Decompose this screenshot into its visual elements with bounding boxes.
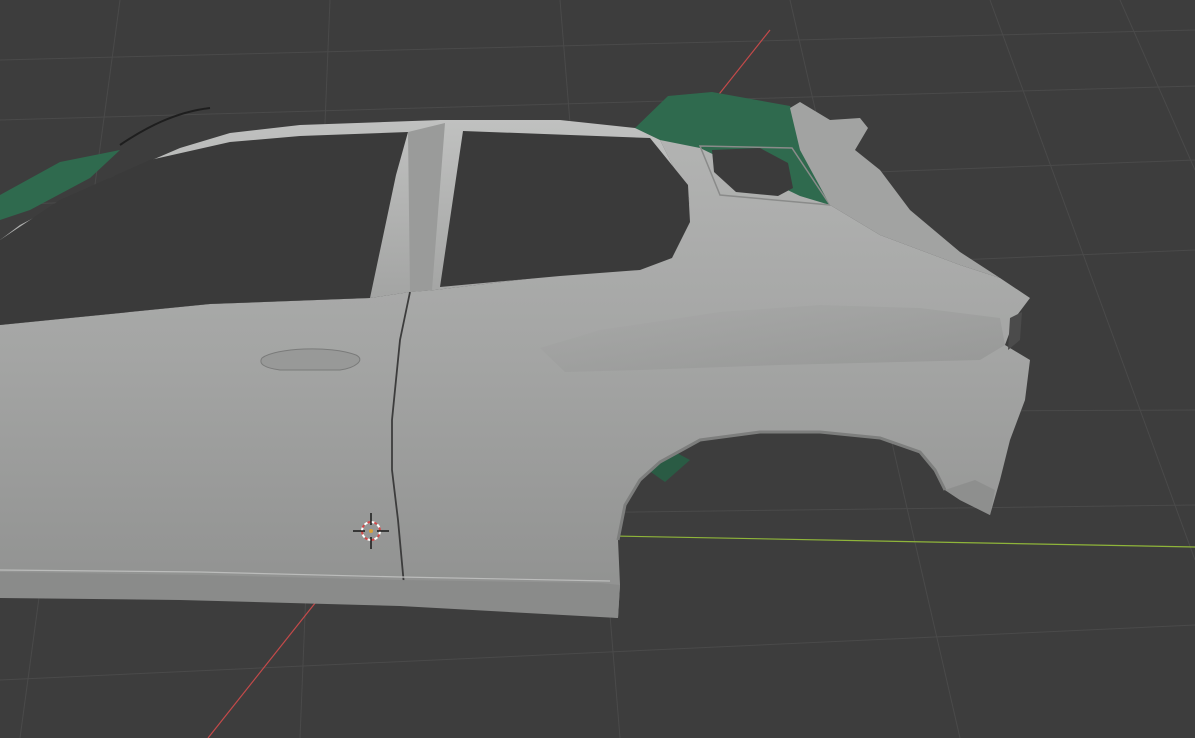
- viewport-scene[interactable]: [0, 0, 1195, 738]
- 3d-viewport[interactable]: [0, 0, 1195, 738]
- antenna-wire: [119, 107, 211, 146]
- door-handle[interactable]: [260, 348, 361, 371]
- front-window[interactable]: [0, 132, 408, 325]
- rear-window[interactable]: [440, 131, 690, 287]
- car-body-mesh[interactable]: [0, 92, 1030, 618]
- y-axis-line: [559, 534, 1195, 548]
